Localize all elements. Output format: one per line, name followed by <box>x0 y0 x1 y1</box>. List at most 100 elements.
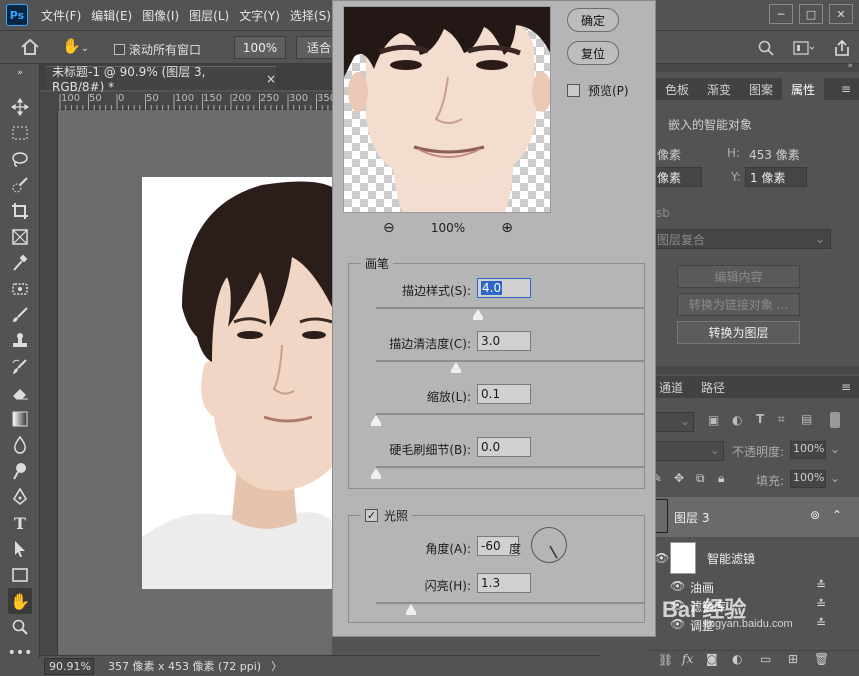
lock-move-icon[interactable]: ✥ <box>674 471 684 485</box>
lock-artboard-icon[interactable]: ⧉ <box>696 471 705 486</box>
tab-swatches[interactable]: 色板 <box>656 78 698 100</box>
pen-tool-icon[interactable] <box>8 486 32 508</box>
vertical-ruler[interactable] <box>40 110 58 655</box>
eyedropper-tool-icon[interactable] <box>8 252 32 274</box>
frame-tool-icon[interactable] <box>8 226 32 248</box>
scroll-all-windows-option[interactable]: 滚动所有窗口 <box>114 41 201 58</box>
smart-filter-indicator-icon[interactable]: ⊚ <box>810 508 820 522</box>
filter-adjustment-icon[interactable]: ◐ <box>732 413 742 427</box>
link-layers-icon[interactable]: ⛓︎ <box>658 653 673 667</box>
filter-shape-icon[interactable]: ⌗ <box>778 412 785 427</box>
hand-tool-preset-picker[interactable]: ✋⌄ <box>62 37 102 59</box>
path-selection-tool-icon[interactable] <box>8 538 32 560</box>
zoom-in-icon[interactable]: ⊕ <box>501 220 513 236</box>
scale-slider-track[interactable] <box>371 413 644 426</box>
rectangle-tool-icon[interactable] <box>8 564 32 586</box>
layer-style-icon[interactable]: fx <box>682 652 693 666</box>
filter-preview[interactable] <box>343 6 551 213</box>
brush-tool-icon[interactable] <box>8 304 32 326</box>
collapse-dock-icon[interactable]: » <box>847 61 853 71</box>
layer-kind-select[interactable]: ⌄ <box>652 412 694 432</box>
scale-field[interactable]: 0.1 <box>477 384 531 404</box>
convert-to-layers-button[interactable]: 转换为图层 <box>677 321 800 344</box>
filter-toggle-icon[interactable] <box>830 412 840 428</box>
history-brush-tool-icon[interactable] <box>8 356 32 378</box>
adjustment-layer-icon[interactable]: ◐ <box>732 652 742 666</box>
stylization-slider-track[interactable] <box>376 307 644 320</box>
dodge-tool-icon[interactable] <box>8 460 32 482</box>
edit-contents-button[interactable]: 编辑内容 <box>677 265 800 288</box>
filter-pixel-icon[interactable]: ▣ <box>708 413 719 427</box>
share-icon[interactable] <box>834 39 850 57</box>
menu-edit[interactable]: 编辑(E) <box>86 7 137 24</box>
shine-slider-track[interactable] <box>376 602 644 615</box>
close-tab-icon[interactable]: × <box>266 72 276 86</box>
spot-healing-tool-icon[interactable] <box>8 278 32 300</box>
menu-file[interactable]: 文件(F) <box>36 7 86 24</box>
preview-option[interactable]: 预览(P) <box>567 82 629 99</box>
home-icon[interactable] <box>20 38 40 56</box>
tab-channels[interactable]: 通道 <box>650 376 692 398</box>
chevron-down-icon[interactable]: ⌄ <box>830 471 840 485</box>
menu-select[interactable]: 选择(S) <box>285 7 336 24</box>
more-tools-icon[interactable]: ••• <box>8 642 33 664</box>
shine-slider-thumb[interactable] <box>405 604 416 615</box>
visibility-eye-icon[interactable]: 👁︎ <box>670 617 685 631</box>
layer-row-layer3[interactable]: 图层 3 ⊚ ⌃ <box>650 497 859 537</box>
tab-paths[interactable]: 路径 <box>692 376 734 398</box>
filter-item-gallery[interactable]: 👁︎ 滤镜库 ≛ <box>650 597 859 615</box>
filter-mask-thumbnail[interactable] <box>670 542 696 574</box>
menu-layer[interactable]: 图层(L) <box>184 7 234 24</box>
zoom-tool-icon[interactable] <box>8 616 32 638</box>
layer-name[interactable]: 图层 3 <box>674 509 709 526</box>
chevron-down-icon[interactable]: ⌄ <box>830 442 840 456</box>
blending-options-icon[interactable]: ≛ <box>816 616 826 630</box>
filter-type-icon[interactable]: T <box>756 412 764 426</box>
ruler-origin[interactable] <box>40 92 58 110</box>
visibility-eye-icon[interactable]: 👁︎ <box>670 579 685 593</box>
zoom-100-button[interactable]: 100% <box>234 36 286 59</box>
fit-screen-button[interactable]: 适合 <box>296 36 336 59</box>
layer-comp-select[interactable]: 图层复合 ⌄ <box>652 229 831 249</box>
status-menu-arrow[interactable]: 〉 <box>271 658 282 674</box>
menu-type[interactable]: 文字(Y) <box>234 7 285 24</box>
lock-all-icon[interactable]: 🔒︎ <box>718 471 724 486</box>
bristle-detail-slider-thumb[interactable] <box>371 468 381 479</box>
quick-selection-tool-icon[interactable] <box>8 174 32 196</box>
convert-to-linked-button[interactable]: 转换为链接对象 ... <box>677 293 800 316</box>
add-mask-icon[interactable]: ◙ <box>706 652 718 666</box>
document-tab[interactable]: 未标题-1 @ 90.9% (图层 3, RGB/8#) * × <box>46 65 276 94</box>
tab-gradients[interactable]: 渐变 <box>698 78 740 100</box>
minimize-button[interactable]: ─ <box>769 4 793 24</box>
cleanliness-slider-thumb[interactable] <box>451 362 462 373</box>
maximize-button[interactable]: □ <box>799 4 823 24</box>
tab-properties[interactable]: 属性 <box>782 78 825 100</box>
marquee-tool-icon[interactable] <box>8 122 32 144</box>
eraser-tool-icon[interactable] <box>8 382 32 404</box>
delete-layer-icon[interactable]: 🗑︎ <box>814 652 829 666</box>
y-position-field[interactable]: 1 像素 <box>745 167 807 187</box>
horizontal-ruler[interactable]: 100 50 0 50 100 150 200 250 300 350 <box>58 92 397 110</box>
smart-filters-row[interactable]: 👁︎ 智能滤镜 <box>650 540 859 576</box>
scroll-all-checkbox[interactable] <box>114 44 125 55</box>
new-group-icon[interactable]: ▭ <box>760 652 771 666</box>
ok-button[interactable]: 确定 <box>567 8 619 32</box>
workspace-icon[interactable] <box>793 40 815 56</box>
zoom-out-icon[interactable]: ⊖ <box>383 220 395 236</box>
menu-image[interactable]: 图像(I) <box>137 7 184 24</box>
angle-dial[interactable] <box>531 527 567 563</box>
collapse-toolbar-icon[interactable]: » <box>8 68 32 78</box>
cleanliness-slider-track[interactable] <box>376 360 644 373</box>
fill-field[interactable]: 100% <box>790 470 826 488</box>
visibility-eye-icon[interactable]: 👁︎ <box>654 551 669 565</box>
move-tool-icon[interactable] <box>8 96 32 118</box>
close-window-button[interactable]: ✕ <box>829 4 853 24</box>
collapse-effects-icon[interactable]: ⌃ <box>832 508 842 522</box>
layers-menu-icon[interactable]: ≡ <box>841 376 851 398</box>
blur-tool-icon[interactable] <box>8 434 32 456</box>
lasso-tool-icon[interactable] <box>8 148 32 170</box>
zoom-level-field[interactable]: 90.91% <box>44 657 94 675</box>
blend-mode-select[interactable]: ⌄ <box>652 441 724 461</box>
filter-smart-object-icon[interactable]: ▤ <box>801 412 812 426</box>
search-icon[interactable] <box>758 40 774 56</box>
